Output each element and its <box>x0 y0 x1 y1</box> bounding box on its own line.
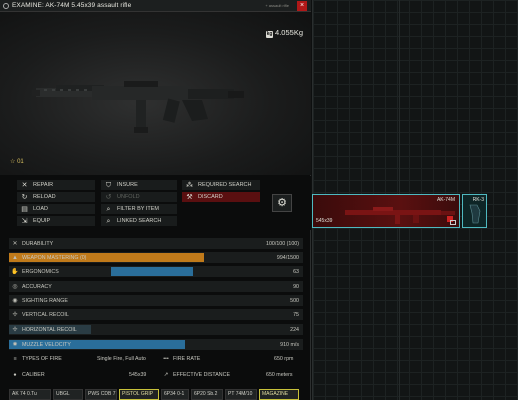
caliber-value: 545x39 <box>129 372 147 378</box>
equip-icon: ⇲ <box>21 217 28 225</box>
discard-button[interactable]: ⚒ DISCARD <box>182 192 260 202</box>
settings-button[interactable]: ⚙ <box>272 194 292 212</box>
accuracy-icon: ◎ <box>12 284 18 290</box>
fire-types-label: ≡ TYPES OF FIRE <box>11 356 61 362</box>
window-alt-hint: + assault rifle <box>265 3 289 8</box>
durability-icon: ✕ <box>12 241 18 247</box>
window-title: EXAMINE: AK-74M 5.45x39 assault rifle <box>12 2 132 9</box>
shield-icon: ⛉ <box>105 181 112 189</box>
linked-search-icon: ⌕ <box>106 217 111 225</box>
stat-sighting-range: ◉ SIGHTING RANGE 500 <box>9 295 303 306</box>
fire-rate-icon: ••• <box>163 356 169 362</box>
star-icon: ☆ <box>10 159 16 165</box>
mod-slots-bar: AK 74 0.Tu UBGL PWS CDB 7 PISTOL GRIP 6P… <box>9 389 303 400</box>
mod-slot[interactable]: 6P34 0-1 <box>161 389 189 400</box>
equip-button[interactable]: ⇲ EQUIP <box>17 216 95 226</box>
load-button[interactable]: ▤ LOAD <box>17 204 95 214</box>
fire-types-icon: ≡ <box>13 356 17 362</box>
mastering-icon: ▲ <box>12 254 18 261</box>
mod-slot[interactable]: AK 74 0.Tu <box>9 389 51 400</box>
rifle-thumbnail-icon <box>345 207 455 224</box>
reload-button[interactable]: ↻ RELOAD <box>17 192 95 202</box>
wrench-icon: ✕ <box>21 181 28 189</box>
search-group-icon: ⁂ <box>186 181 193 189</box>
effective-distance-label: ↗ EFFECTIVE DISTANCE <box>163 372 230 378</box>
inventory-rifle-caliber: 545x39 <box>316 218 333 224</box>
inventory-item-optic[interactable]: RK-3 <box>462 194 487 228</box>
reload-icon: ↻ <box>21 193 28 201</box>
fire-rate-label: ••• FIRE RATE <box>163 356 201 362</box>
mod-slot[interactable]: 6P20 Sb.2 <box>191 389 223 400</box>
filter-by-item-button[interactable]: ⌕ FILTER BY ITEM <box>101 204 177 214</box>
stat-accuracy: ◎ ACCURACY 90 <box>9 281 303 292</box>
folded-stock-icon <box>450 220 456 225</box>
examine-icon <box>3 2 9 9</box>
filter-icon: ⌕ <box>106 205 111 213</box>
unfold-icon: ↺ <box>105 193 112 201</box>
gear-icon: ⚙ <box>277 197 287 209</box>
unfold-button[interactable]: ↺ UNFOLD <box>101 192 177 202</box>
repair-button[interactable]: ✕ REPAIR <box>17 180 95 190</box>
caliber-icon: ● <box>13 372 17 378</box>
linked-search-button[interactable]: ⌕ LINKED SEARCH <box>101 216 177 226</box>
optic-thumbnail-icon <box>469 204 481 224</box>
weight-icon: kg <box>266 31 274 38</box>
velocity-icon: ✸ <box>12 342 18 348</box>
item-rating: ☆ 01 <box>10 159 24 165</box>
ergonomics-bar <box>111 267 193 276</box>
mod-slot[interactable]: PWS CDB 7 <box>85 389 117 400</box>
mod-slot-highlighted[interactable]: MAGAZINE <box>259 389 299 400</box>
fire-types-value: Single Fire, Full Auto <box>97 356 146 362</box>
effective-distance-value: 650 meters <box>266 372 293 378</box>
hrecoil-icon: ✢ <box>12 327 18 333</box>
mod-slot[interactable]: UBGL <box>53 389 83 400</box>
window-titlebar[interactable]: EXAMINE: AK-74M 5.45x39 assault rifle + … <box>0 0 311 12</box>
item-weight: kg 4.055Kg <box>266 28 303 38</box>
caliber-label: ● CALIBER <box>11 372 44 378</box>
load-icon: ▤ <box>21 205 28 213</box>
examine-window: EXAMINE: AK-74M 5.45x39 assault rifle + … <box>0 0 311 400</box>
mod-slot[interactable]: PT 74M/10 <box>225 389 257 400</box>
stat-ergonomics: ✋ ERGONOMICS 63 <box>9 266 303 277</box>
distance-icon: ↗ <box>163 372 169 378</box>
vrecoil-icon: ✢ <box>12 312 18 318</box>
discard-icon: ⚒ <box>186 193 193 201</box>
stat-durability: ✕ DURABILITY 100/100 (100) <box>9 238 303 249</box>
sighting-icon: ◉ <box>12 298 18 304</box>
ergonomics-icon: ✋ <box>11 269 19 275</box>
stat-horizontal-recoil: ✢ HORIZONTAL RECOIL 224 <box>9 324 303 335</box>
mod-slot-highlighted[interactable]: PISTOL GRIP <box>119 389 159 400</box>
close-button[interactable]: × <box>297 1 307 11</box>
insure-button[interactable]: ⛉ INSURE <box>101 180 177 190</box>
item-preview[interactable]: kg 4.055Kg ☆ 01 <box>0 12 311 175</box>
stat-muzzle-velocity: ✸ MUZZLE VELOCITY 910 m/s <box>9 339 303 350</box>
inventory-item-rifle[interactable]: AK-74M 545x39 <box>312 194 460 228</box>
stat-weapon-mastering: ▲ WEAPON MASTERING (0) 994/1500 <box>9 252 303 263</box>
rifle-model-icon <box>32 81 244 133</box>
fire-rate-value: 650 rpm <box>274 356 294 362</box>
required-search-button[interactable]: ⁂ REQUIRED SEARCH <box>182 180 260 190</box>
stat-vertical-recoil: ✢ VERTICAL RECOIL 75 <box>9 309 303 320</box>
